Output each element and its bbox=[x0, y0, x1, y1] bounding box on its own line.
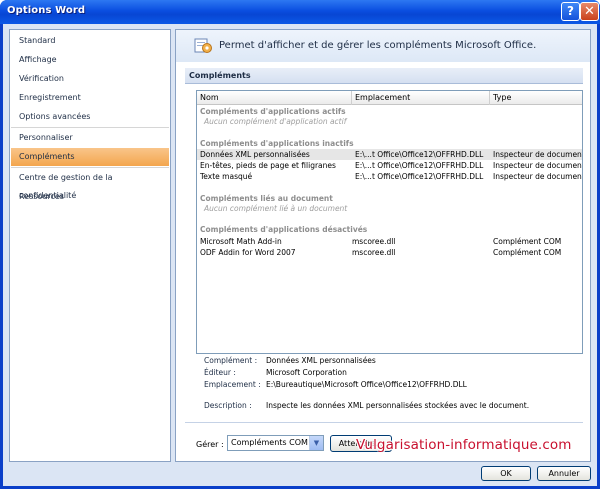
group-title: Compléments d'applications désactivés bbox=[200, 225, 368, 234]
sidebar-item-enregistrement[interactable]: Enregistrement bbox=[11, 89, 169, 107]
row-location: E:\...t Office\Office12\OFFRHD.DLL bbox=[355, 150, 484, 159]
list-header: Nom Emplacement Type bbox=[197, 91, 582, 105]
close-icon: ✕ bbox=[584, 4, 595, 19]
table-row[interactable]: Données XML personnalisées E:\...t Offic… bbox=[197, 149, 582, 160]
close-button[interactable]: ✕ bbox=[580, 2, 599, 21]
manage-label: Gérer : bbox=[196, 440, 224, 449]
complements-panel: Permet d'afficher et de gérer les complé… bbox=[175, 29, 591, 462]
table-row[interactable]: Texte masqué E:\...t Office\Office12\OFF… bbox=[197, 171, 582, 182]
row-name: En-têtes, pieds de page et filigranes bbox=[200, 161, 336, 170]
detail-label-addin: Complément : bbox=[204, 356, 258, 365]
help-icon: ? bbox=[567, 4, 574, 18]
row-type: Complément COM bbox=[493, 237, 562, 246]
column-header-location[interactable]: Emplacement bbox=[352, 91, 490, 105]
addins-list[interactable]: Nom Emplacement Type Compléments d'appli… bbox=[196, 90, 583, 354]
sidebar-divider bbox=[11, 127, 169, 128]
table-row[interactable]: En-têtes, pieds de page et filigranes E:… bbox=[197, 160, 582, 171]
help-button[interactable]: ? bbox=[561, 2, 580, 21]
row-location: E:\...t Office\Office12\OFFRHD.DLL bbox=[355, 172, 484, 181]
manage-select[interactable]: Compléments COM ▼ bbox=[227, 435, 324, 451]
addins-gear-icon bbox=[194, 38, 212, 53]
sidebar-item-ressources[interactable]: Ressources bbox=[11, 188, 169, 206]
group-title: Compléments liés au document bbox=[200, 194, 333, 203]
column-header-name[interactable]: Nom bbox=[197, 91, 352, 105]
title-bar[interactable]: Options Word ? ✕ bbox=[0, 0, 600, 24]
panel-divider bbox=[185, 422, 583, 423]
table-row[interactable]: ODF Addin for Word 2007 mscoree.dll Comp… bbox=[197, 247, 582, 258]
detail-value-location: E:\Bureautique\Microsoft Office\Office12… bbox=[266, 380, 467, 389]
sidebar-item-verification[interactable]: Vérification bbox=[11, 70, 169, 88]
row-type: Inspecteur de document bbox=[493, 150, 583, 159]
row-type: Inspecteur de document bbox=[493, 161, 583, 170]
sidebar-item-complements[interactable]: Compléments bbox=[11, 148, 169, 166]
manage-select-value: Compléments COM bbox=[231, 438, 308, 447]
chevron-down-icon[interactable]: ▼ bbox=[309, 436, 323, 450]
row-location: mscoree.dll bbox=[352, 237, 396, 246]
row-name: Texte masqué bbox=[200, 172, 253, 181]
dialog-body: Standard Affichage Vérification Enregist… bbox=[3, 24, 597, 486]
table-row[interactable]: Microsoft Math Add-in mscoree.dll Complé… bbox=[197, 236, 582, 247]
row-name: ODF Addin for Word 2007 bbox=[200, 248, 296, 257]
sidebar-item-confidentialite[interactable]: Centre de gestion de la confidentialité bbox=[11, 169, 169, 200]
detail-value-addin: Données XML personnalisées bbox=[266, 356, 376, 365]
sidebar-item-standard[interactable]: Standard bbox=[11, 32, 169, 50]
section-title: Compléments bbox=[185, 68, 583, 84]
options-sidebar: Standard Affichage Vérification Enregist… bbox=[9, 29, 171, 462]
detail-label-description: Description : bbox=[204, 401, 252, 410]
group-empty-text: Aucun complément d'application actif bbox=[204, 117, 347, 126]
sidebar-item-affichage[interactable]: Affichage bbox=[11, 51, 169, 69]
window-title: Options Word bbox=[7, 5, 86, 16]
column-header-type[interactable]: Type bbox=[490, 91, 582, 105]
detail-label-location: Emplacement : bbox=[204, 380, 261, 389]
ok-button[interactable]: OK bbox=[481, 466, 531, 481]
group-title: Compléments d'applications actifs bbox=[200, 107, 346, 116]
row-location: E:\...t Office\Office12\OFFRHD.DLL bbox=[355, 161, 484, 170]
group-empty-text: Aucun complément lié à un document bbox=[204, 204, 348, 213]
options-word-window: Options Word ? ✕ Standard Affichage Véri… bbox=[0, 0, 600, 489]
row-type: Inspecteur de document bbox=[493, 172, 583, 181]
banner-text: Permet d'afficher et de gérer les complé… bbox=[219, 40, 537, 51]
row-type: Complément COM bbox=[493, 248, 562, 257]
detail-value-publisher: Microsoft Corporation bbox=[266, 368, 347, 377]
sidebar-divider bbox=[11, 167, 169, 168]
row-name: Données XML personnalisées bbox=[200, 150, 310, 159]
sidebar-item-personnaliser[interactable]: Personnaliser bbox=[11, 129, 169, 147]
detail-label-publisher: Éditeur : bbox=[204, 368, 236, 377]
sidebar-item-options-avancees[interactable]: Options avancées bbox=[11, 108, 169, 126]
cancel-button[interactable]: Annuler bbox=[537, 466, 591, 481]
watermark-text: Vulgarisation-informatique.com bbox=[356, 437, 572, 453]
row-name: Microsoft Math Add-in bbox=[200, 237, 282, 246]
group-title: Compléments d'applications inactifs bbox=[200, 139, 354, 148]
row-location: mscoree.dll bbox=[352, 248, 396, 257]
detail-value-description: Inspecte les données XML personnalisées … bbox=[266, 401, 530, 410]
panel-banner: Permet d'afficher et de gérer les complé… bbox=[176, 30, 590, 62]
